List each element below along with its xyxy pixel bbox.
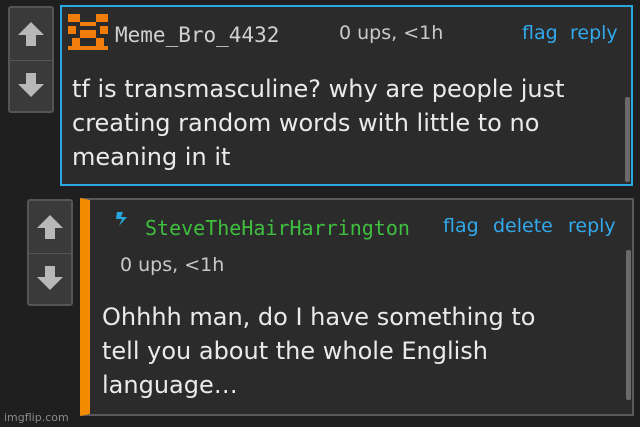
upvote-button-1[interactable] [10,8,52,61]
vote-box-2 [27,199,73,306]
up-arrow-icon [18,21,44,46]
down-arrow-icon [18,73,44,98]
down-arrow-icon [37,266,63,291]
up-arrow-icon [37,214,63,239]
upvote-button-2[interactable] [29,201,71,254]
vote-box-1 [8,6,54,113]
vote-time-meta: 0 ups, <1h [339,22,444,44]
username[interactable]: Meme_Bro_4432 [115,23,279,47]
comment-body: Ohhhh man, do I have something to tell y… [102,303,536,399]
reply-link[interactable]: reply [570,22,618,44]
reply-link[interactable]: reply [568,215,616,237]
pixel-face-icon [68,14,108,50]
comment-body: tf is transmasculine? why are people jus… [72,75,565,171]
downvote-button-2[interactable] [29,253,71,305]
flag-link[interactable]: flag [443,215,479,237]
delete-link[interactable]: delete [493,215,553,237]
lightning-icon [116,212,127,226]
flag-link[interactable]: flag [522,22,558,44]
vote-time-meta: 0 ups, <1h [120,254,225,276]
scrollbar[interactable] [626,250,631,400]
scrollbar[interactable] [625,97,630,182]
watermark: imgflip.com [4,411,69,424]
comment-1: Meme_Bro_4432 0 ups, <1h flag reply tf i… [60,5,633,186]
username[interactable]: SteveTheHairHarrington [145,216,410,240]
comment-2: SteveTheHairHarrington flag delete reply… [80,198,634,416]
downvote-button-1[interactable] [10,60,52,112]
